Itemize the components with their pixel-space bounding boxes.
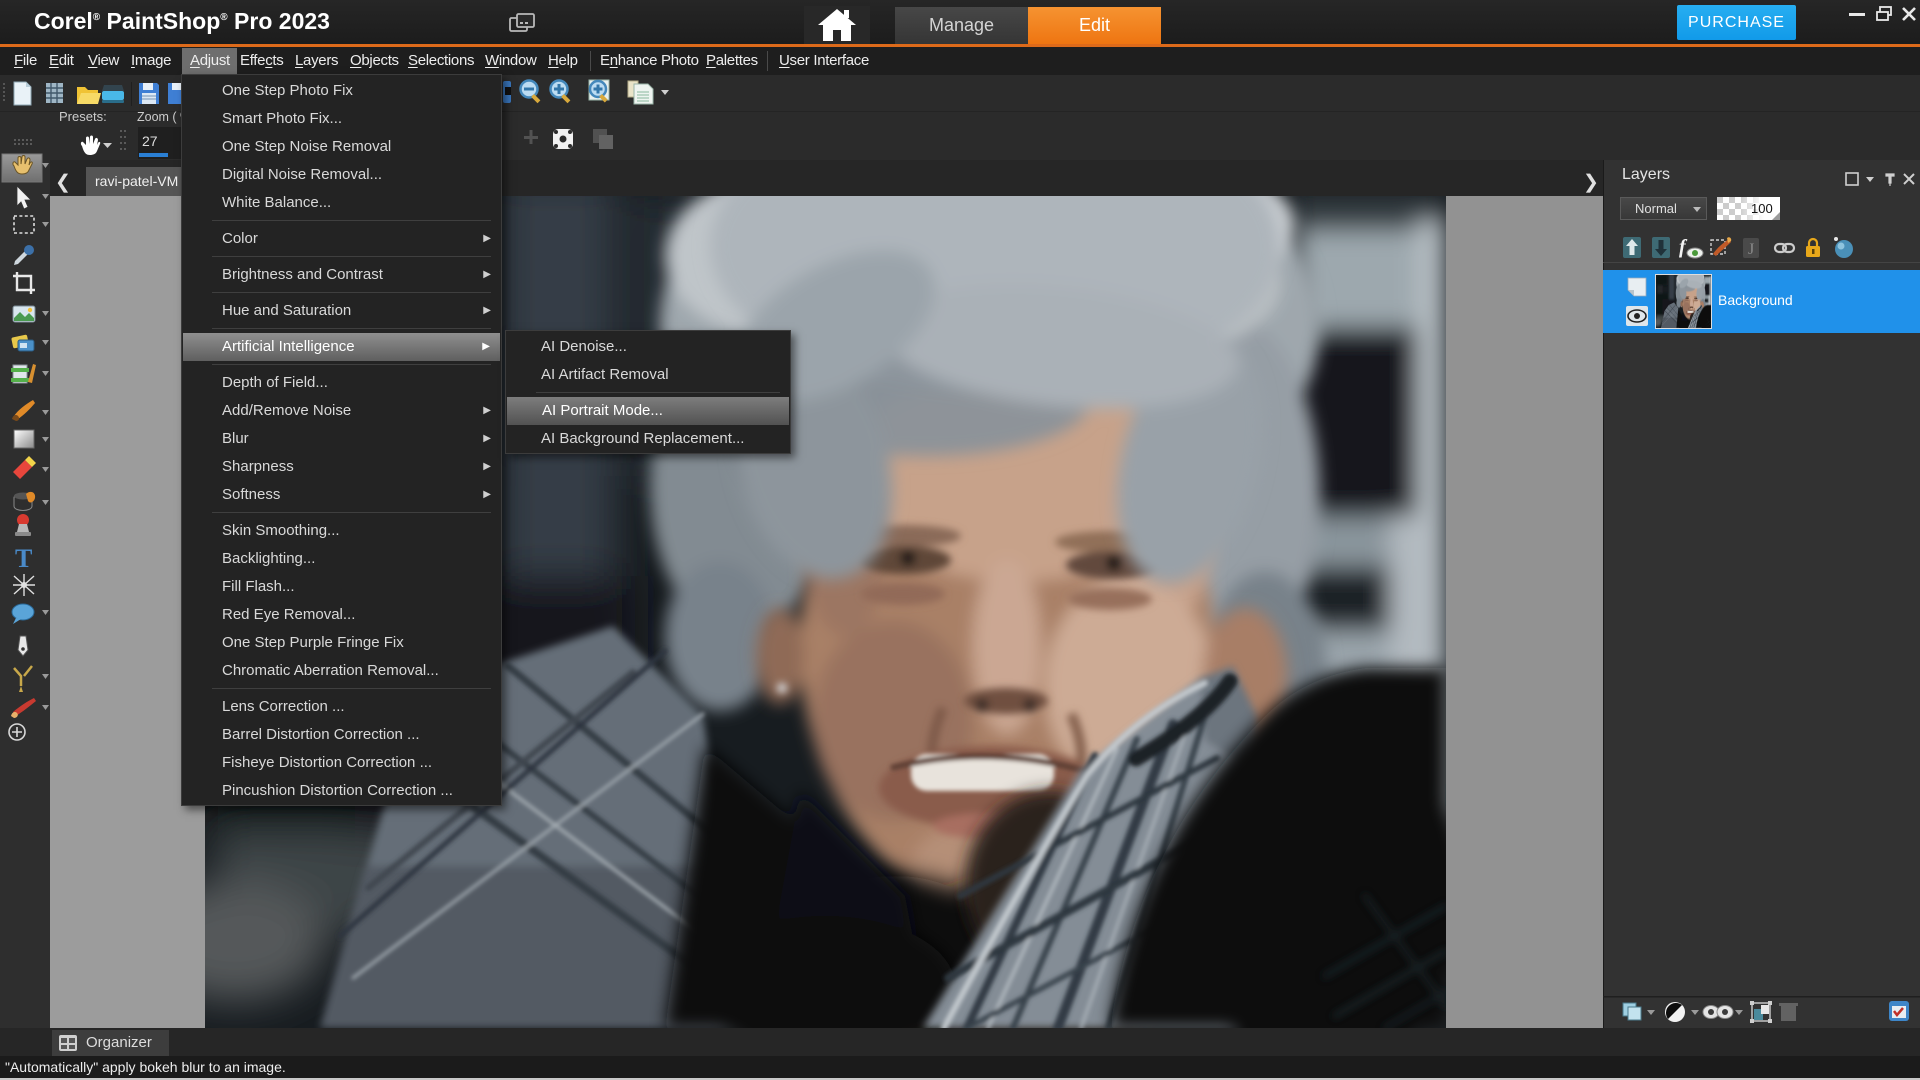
svg-text:100: 100 <box>1751 201 1773 216</box>
svg-text:J: J <box>1748 241 1754 258</box>
svg-text:T: T <box>15 544 32 573</box>
svg-text:f: f <box>1679 236 1688 258</box>
